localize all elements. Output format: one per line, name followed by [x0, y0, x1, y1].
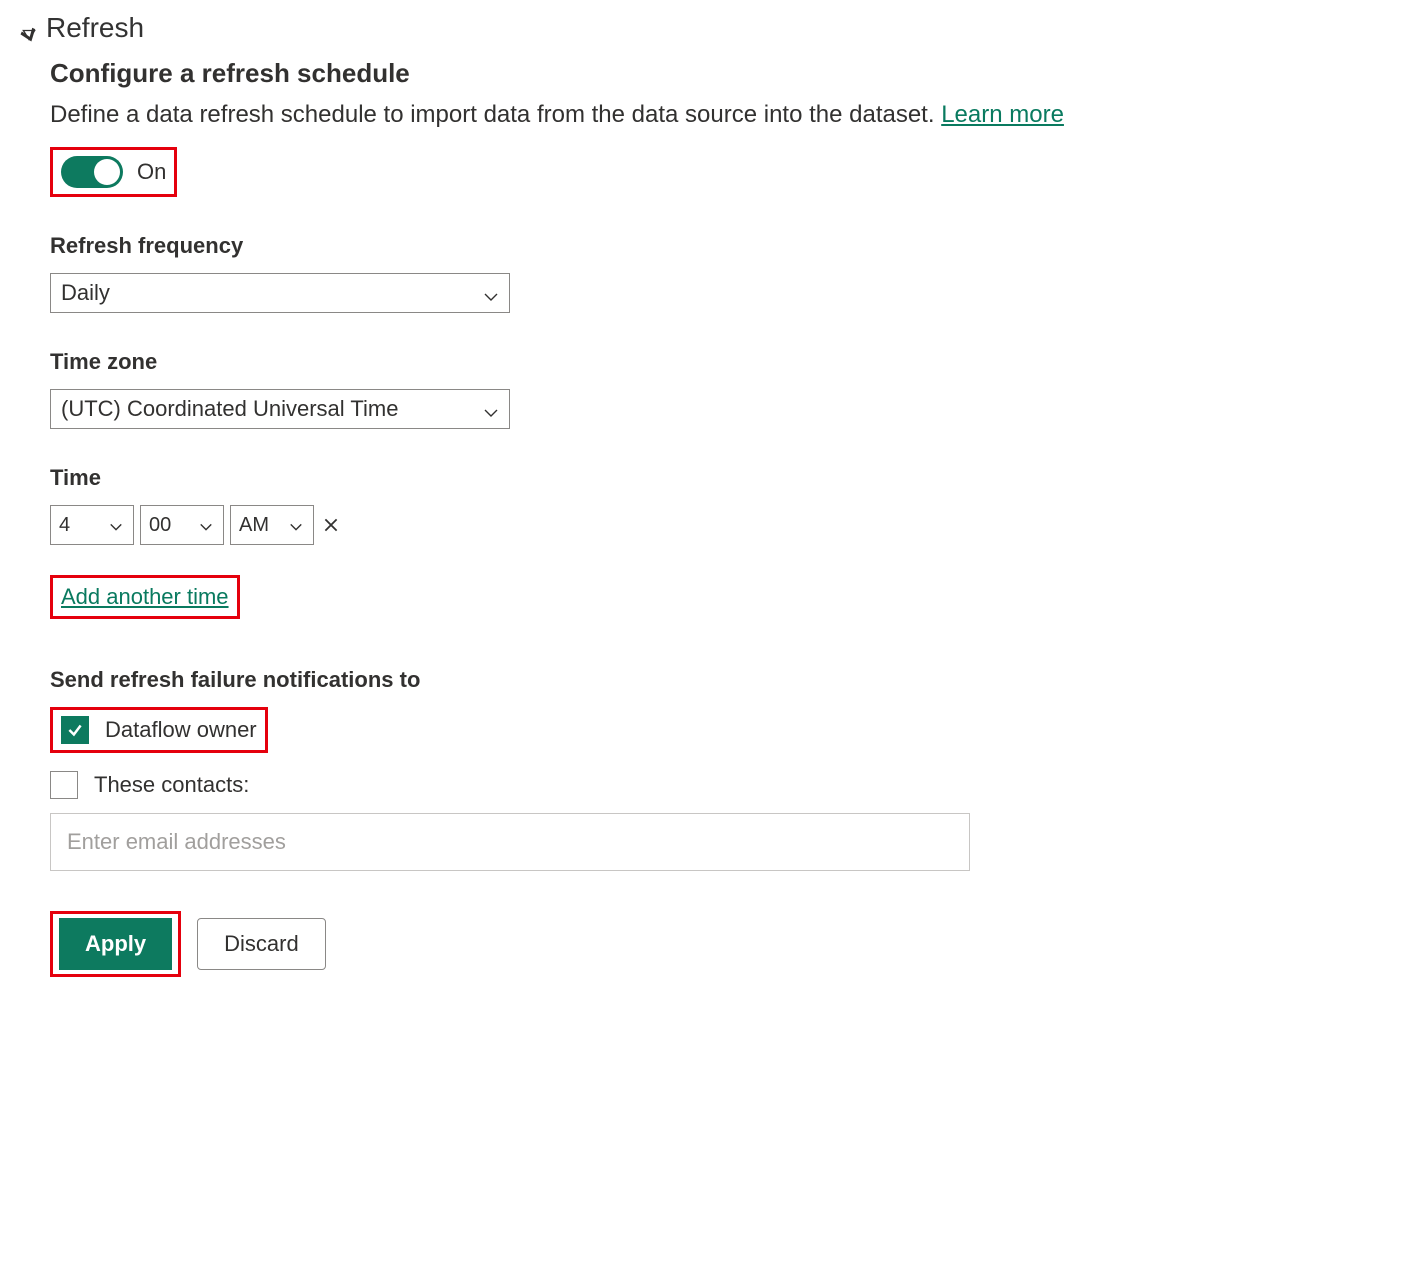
time-hour-select[interactable]: 4 — [50, 505, 134, 545]
discard-button[interactable]: Discard — [197, 918, 326, 970]
time-row: 4 00 AM — [50, 505, 1120, 545]
time-label: Time — [50, 465, 1120, 491]
learn-more-link[interactable]: Learn more — [941, 101, 1064, 128]
time-ampm-select[interactable]: AM — [230, 505, 314, 545]
frequency-value: Daily — [61, 280, 110, 306]
these-contacts-checkbox[interactable] — [50, 771, 78, 799]
chevron-down-icon — [483, 401, 499, 417]
email-addresses-input[interactable] — [50, 813, 970, 871]
toggle-state-label: On — [137, 159, 166, 185]
frequency-label: Refresh frequency — [50, 233, 1120, 259]
section-header[interactable]: Refresh — [20, 12, 1383, 44]
add-time-highlight: Add another time — [50, 575, 240, 619]
description-text: Define a data refresh schedule to import… — [50, 101, 935, 128]
remove-time-button[interactable] — [320, 514, 342, 536]
frequency-select[interactable]: Daily — [50, 273, 510, 313]
add-another-time-link[interactable]: Add another time — [61, 584, 229, 609]
contacts-row: These contacts: — [50, 771, 1120, 799]
page-description: Define a data refresh schedule to import… — [50, 101, 1120, 129]
these-contacts-label: These contacts: — [94, 772, 249, 798]
owner-highlight: Dataflow owner — [50, 707, 268, 753]
notify-label: Send refresh failure notifications to — [50, 667, 1120, 693]
apply-button[interactable]: Apply — [59, 918, 172, 970]
expand-icon — [20, 19, 38, 37]
toggle-knob — [94, 159, 120, 185]
section-title: Refresh — [46, 12, 144, 44]
time-hour-value: 4 — [59, 514, 70, 537]
chevron-down-icon — [289, 517, 305, 533]
chevron-down-icon — [483, 285, 499, 301]
time-ampm-value: AM — [239, 514, 269, 537]
dataflow-owner-checkbox[interactable] — [61, 716, 89, 744]
timezone-select[interactable]: (UTC) Coordinated Universal Time — [50, 389, 510, 429]
timezone-value: (UTC) Coordinated Universal Time — [61, 396, 398, 422]
page-subtitle: Configure a refresh schedule — [50, 58, 1120, 89]
chevron-down-icon — [109, 517, 125, 533]
schedule-toggle[interactable] — [61, 156, 123, 188]
apply-highlight: Apply — [50, 911, 181, 977]
time-minute-value: 00 — [149, 514, 171, 537]
toggle-highlight: On — [50, 147, 177, 197]
time-minute-select[interactable]: 00 — [140, 505, 224, 545]
dataflow-owner-label: Dataflow owner — [105, 717, 257, 743]
timezone-label: Time zone — [50, 349, 1120, 375]
chevron-down-icon — [199, 517, 215, 533]
